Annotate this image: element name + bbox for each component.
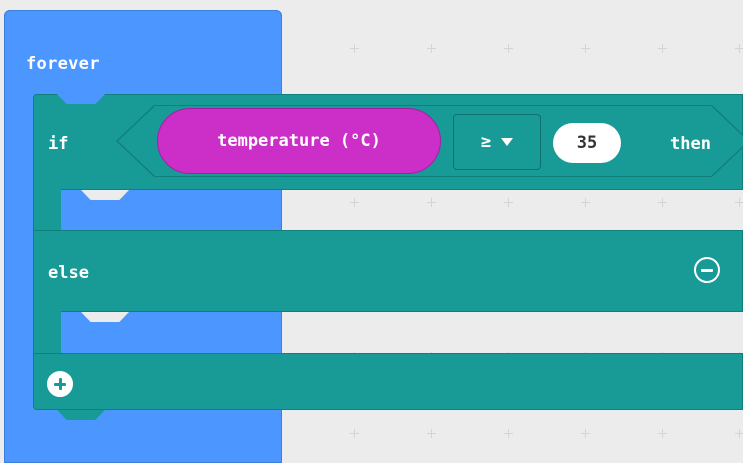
then-keyword: then	[670, 134, 711, 154]
else-row[interactable]	[33, 230, 743, 312]
grid-plus-mark	[350, 44, 359, 53]
grid-plus-mark	[735, 44, 743, 53]
if-keyword: if	[48, 134, 69, 154]
grid-plus-mark	[658, 429, 667, 438]
grid-plus-mark	[427, 198, 436, 207]
grid-plus-mark	[658, 198, 667, 207]
grid-plus-mark	[427, 429, 436, 438]
grid-plus-mark	[504, 44, 513, 53]
temperature-reporter[interactable]: temperature (°C)	[157, 108, 441, 174]
forever-label: forever	[26, 54, 100, 74]
else-branch-slot	[33, 308, 61, 357]
minus-circle-icon[interactable]	[694, 257, 720, 283]
grid-plus-mark	[427, 44, 436, 53]
if-else-footer[interactable]	[33, 353, 743, 410]
grid-plus-mark	[581, 198, 590, 207]
grid-plus-mark	[581, 44, 590, 53]
temperature-label: temperature (°C)	[217, 131, 381, 151]
grid-plus-mark	[658, 44, 667, 53]
grid-plus-mark	[735, 198, 743, 207]
grid-plus-mark	[350, 198, 359, 207]
plus-circle-icon[interactable]	[47, 371, 73, 397]
else-keyword: else	[48, 263, 89, 283]
operator-value: ≥	[480, 132, 492, 152]
grid-plus-mark	[504, 198, 513, 207]
threshold-value: 35	[576, 133, 598, 153]
threshold-input[interactable]: 35	[553, 123, 621, 163]
grid-plus-mark	[504, 429, 513, 438]
operator-dropdown[interactable]: ≥	[453, 114, 541, 170]
grid-plus-mark	[735, 429, 743, 438]
grid-plus-mark	[581, 429, 590, 438]
grid-plus-mark	[350, 429, 359, 438]
caret-down-icon	[501, 138, 514, 146]
if-branch-slot	[33, 186, 61, 234]
